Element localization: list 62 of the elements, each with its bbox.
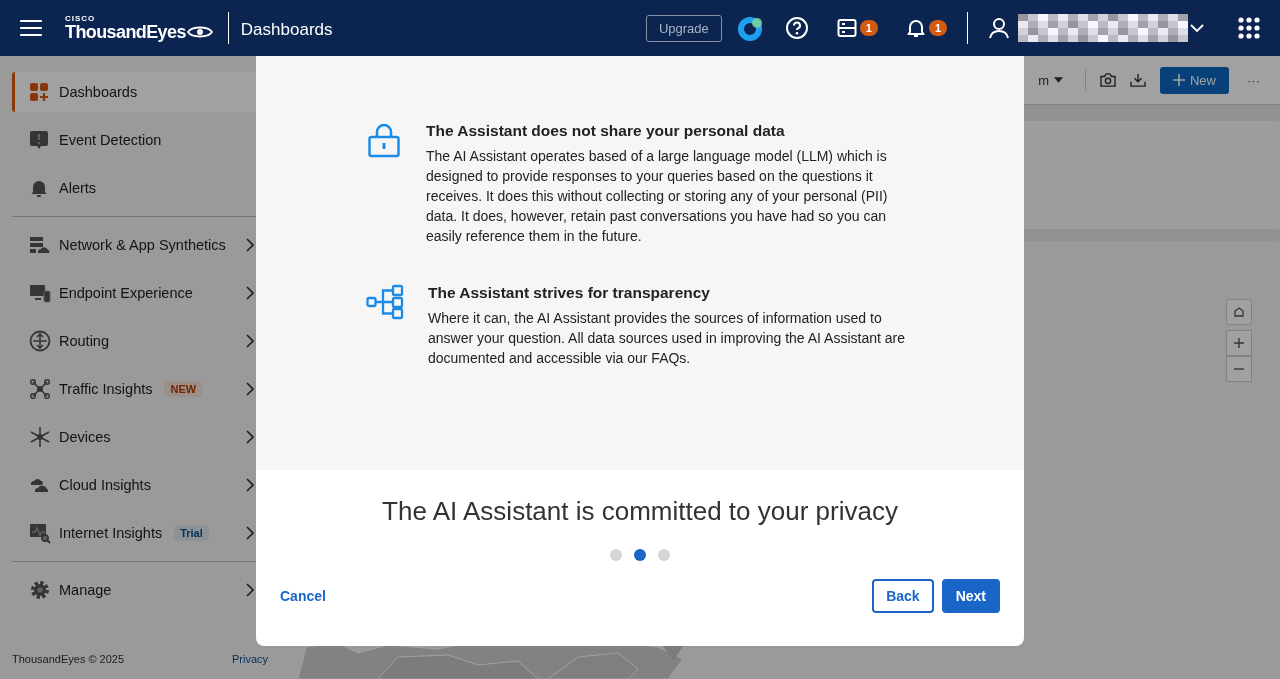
flow-nodes-icon (366, 284, 404, 320)
exclamation-icon (29, 130, 49, 150)
sidebar-item[interactable]: Alerts (12, 168, 280, 208)
cancel-button[interactable]: Cancel (280, 579, 326, 613)
server-icon[interactable] (836, 18, 857, 38)
devices-monitor-icon (29, 283, 51, 303)
sidebar-badge: NEW (164, 381, 203, 397)
network-nodes-icon (29, 378, 51, 400)
sidebar-item[interactable]: Routing (12, 321, 280, 361)
page-title: Dashboards (240, 20, 333, 40)
caret-icon[interactable] (1054, 77, 1063, 83)
feature-title: The Assistant strives for transparency (428, 284, 711, 302)
sidebar-item[interactable]: Traffic Insights NEW (12, 369, 280, 409)
server-cloud-icon (29, 235, 51, 255)
sidebar-item[interactable]: Event Detection (12, 120, 280, 160)
user-icon[interactable] (988, 17, 1010, 39)
back-button[interactable]: Back (872, 579, 934, 613)
new-button[interactable]: New (1160, 66, 1229, 94)
eye-icon (186, 25, 213, 39)
camera-icon[interactable] (1100, 73, 1116, 87)
zoom-out-icon[interactable] (1226, 356, 1252, 382)
brand-name: ThousandEyes (65, 23, 186, 41)
sidebar-badge: Trial (174, 525, 209, 541)
caret-icon[interactable] (1190, 23, 1204, 33)
feature-description: The AI Assistant operates based of a large language model (LLM) which is designed to provide responses to your queries based on the questions it receives. It does this without collecting or storing any of your personal (PII) data. It does, however, retain past conversations you have had so you can easily reference them in the future. (426, 147, 889, 246)
gear-icon (29, 579, 51, 601)
brand-small-text: CISCO (65, 15, 97, 23)
step-dot[interactable] (658, 549, 670, 561)
dashboard-plus-icon (29, 82, 49, 102)
plus-icon (1173, 74, 1185, 86)
sidebar-item[interactable]: Devices (12, 417, 280, 457)
assistant-ring-icon[interactable] (736, 14, 765, 42)
view-selector[interactable]: m (1038, 72, 1049, 88)
step-dot[interactable] (610, 549, 622, 561)
help-icon[interactable] (784, 16, 809, 40)
copyright-text: ThousandEyes © 2025 (12, 653, 125, 665)
privacy-link[interactable]: Privacy (231, 653, 268, 665)
next-button[interactable]: Next (941, 579, 1000, 613)
zoom-in-icon[interactable] (1226, 330, 1252, 356)
count-badge: 1 (859, 20, 878, 36)
bell-icon[interactable] (905, 18, 926, 38)
sidebar-item[interactable]: Endpoint Experience (12, 273, 280, 313)
dialog-heading: The AI Assistant is committed to your privacy (382, 496, 898, 527)
feature-description: Where it can, the AI Assistant provides the sources of information used to answer your question. All data sources used in improving the AI Assistant are documented and accessible via our FAQs. (428, 309, 907, 368)
menu-icon[interactable] (20, 19, 42, 37)
home-icon[interactable] (1226, 299, 1252, 325)
count-badge: 1 (928, 20, 947, 36)
sidebar-item[interactable]: Internet Insights Trial (12, 513, 280, 553)
hub-icon (29, 426, 51, 448)
download-icon[interactable] (1130, 73, 1146, 87)
step-dot[interactable] (634, 549, 646, 561)
sidebar-item[interactable]: Manage (12, 570, 280, 610)
more-menu[interactable]: ··· (1247, 72, 1260, 88)
router-icon (29, 330, 51, 352)
lock-icon (366, 122, 402, 158)
upgrade-button[interactable]: Upgrade (645, 14, 722, 42)
feature-title: The Assistant does not share your personal data (426, 122, 786, 140)
apps-grid-icon[interactable] (1238, 17, 1260, 39)
sidebar-item[interactable]: Cloud Insights (12, 465, 280, 505)
monitor-search-icon (29, 522, 51, 544)
sidebar-item[interactable]: Network & App Synthetics (12, 225, 280, 265)
bell-icon (29, 178, 49, 198)
